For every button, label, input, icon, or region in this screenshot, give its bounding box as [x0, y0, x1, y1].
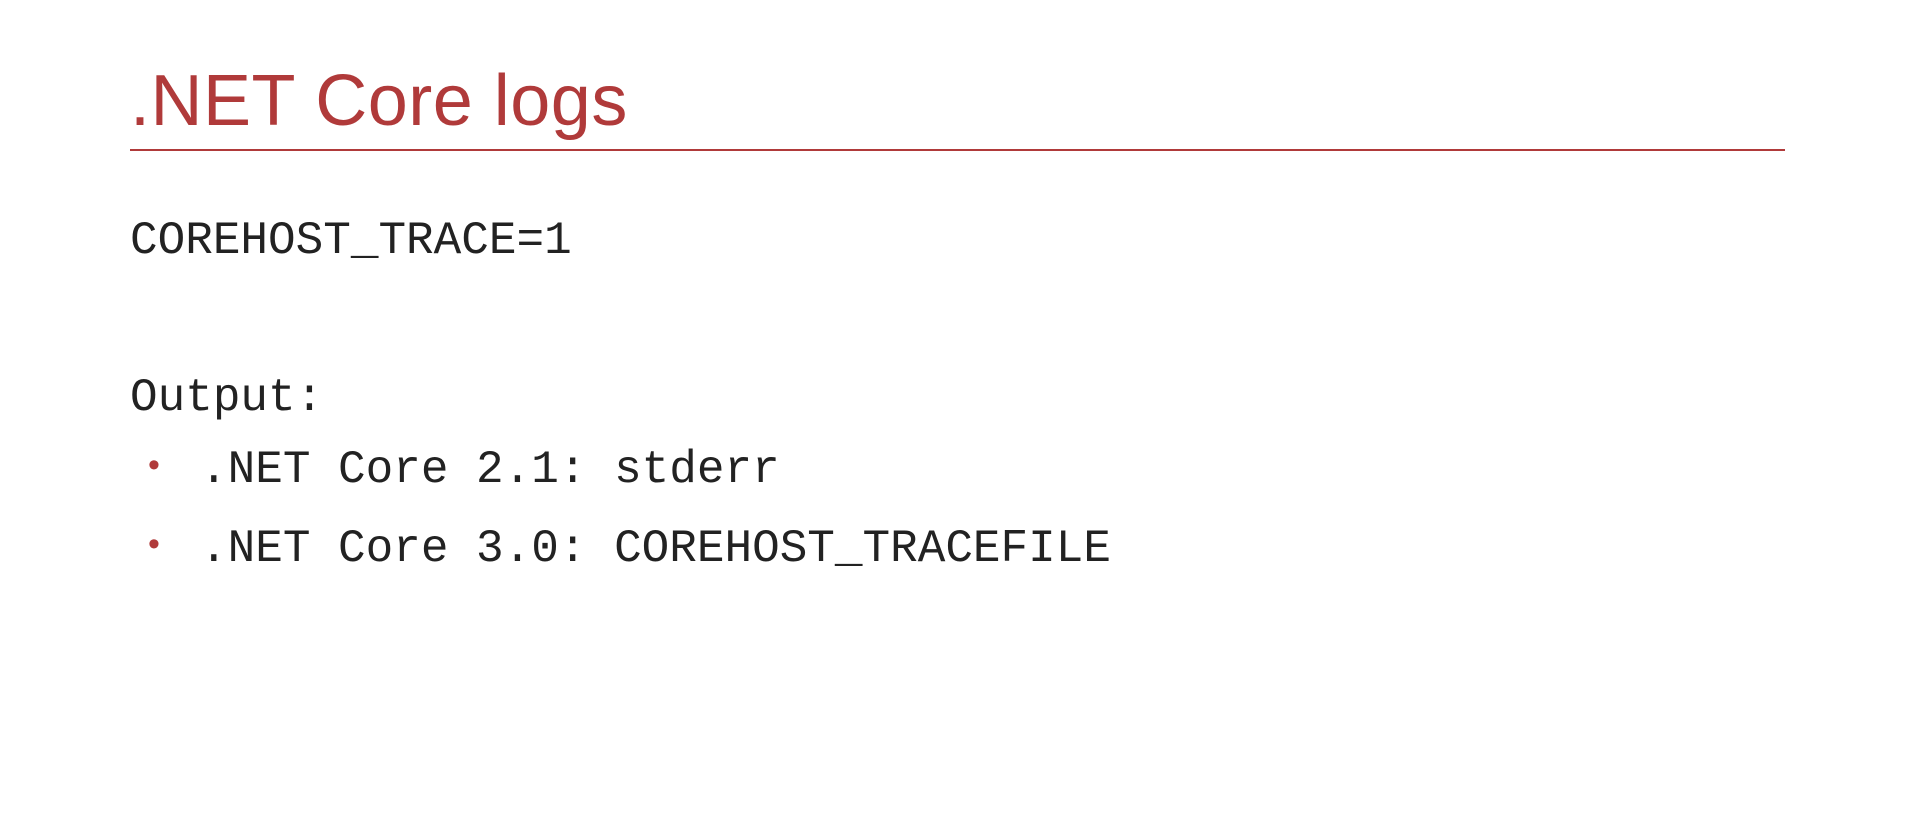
- list-item: .NET Core 2.1: stderr: [130, 442, 1785, 500]
- slide-title: .NET Core logs: [130, 60, 1785, 143]
- env-var-line: COREHOST_TRACE=1: [130, 213, 1785, 271]
- title-underline: [130, 149, 1785, 151]
- output-label: Output:: [130, 370, 1785, 428]
- slide-body: COREHOST_TRACE=1 Output: .NET Core 2.1: …: [130, 213, 1785, 579]
- bullet-list: .NET Core 2.1: stderr .NET Core 3.0: COR…: [130, 442, 1785, 579]
- list-item: .NET Core 3.0: COREHOST_TRACEFILE: [130, 521, 1785, 579]
- slide: .NET Core logs COREHOST_TRACE=1 Output: …: [0, 0, 1915, 826]
